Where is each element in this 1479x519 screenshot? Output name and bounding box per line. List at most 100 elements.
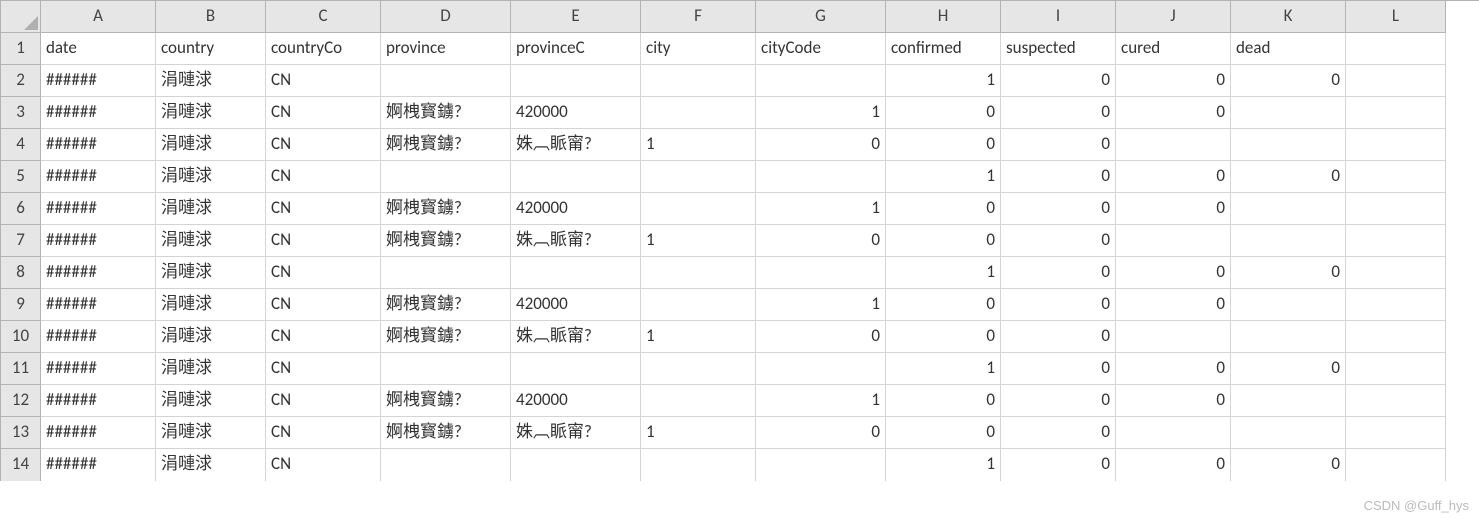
row-header-8[interactable]: 8 <box>1 257 41 289</box>
data-cell[interactable] <box>381 449 511 481</box>
data-cell[interactable]: CN <box>266 225 381 257</box>
data-cell[interactable]: CN <box>266 353 381 385</box>
data-cell[interactable] <box>1346 257 1446 289</box>
header-cell[interactable]: provinceC <box>511 33 641 65</box>
data-cell[interactable] <box>641 257 756 289</box>
data-cell[interactable] <box>756 257 886 289</box>
spreadsheet-grid[interactable]: ABCDEFGHIJKL1datecountrycountryCoprovinc… <box>0 0 1479 481</box>
data-cell[interactable]: 1 <box>641 417 756 449</box>
data-cell[interactable] <box>511 257 641 289</box>
data-cell[interactable]: 涓嗹浗 <box>156 225 266 257</box>
row-header-4[interactable]: 4 <box>1 129 41 161</box>
data-cell[interactable]: 0 <box>756 129 886 161</box>
data-cell[interactable] <box>1346 385 1446 417</box>
data-cell[interactable]: 0 <box>1001 257 1116 289</box>
data-cell[interactable]: 1 <box>886 353 1001 385</box>
data-cell[interactable]: 姝︹眽甯? <box>511 321 641 353</box>
data-cell[interactable] <box>1231 193 1346 225</box>
data-cell[interactable]: 420000 <box>511 97 641 129</box>
data-cell[interactable]: 1 <box>886 257 1001 289</box>
data-cell[interactable]: 婀栧寳鐪? <box>381 321 511 353</box>
data-cell[interactable]: ###### <box>41 161 156 193</box>
row-header-1[interactable]: 1 <box>1 33 41 65</box>
data-cell[interactable]: 0 <box>1001 225 1116 257</box>
data-cell[interactable]: CN <box>266 449 381 481</box>
data-cell[interactable]: 0 <box>886 225 1001 257</box>
data-cell[interactable]: 1 <box>641 225 756 257</box>
data-cell[interactable]: 0 <box>1001 449 1116 481</box>
data-cell[interactable]: 0 <box>1116 449 1231 481</box>
header-cell[interactable] <box>1346 33 1446 65</box>
data-cell[interactable]: ###### <box>41 449 156 481</box>
data-cell[interactable] <box>756 65 886 97</box>
header-cell[interactable]: country <box>156 33 266 65</box>
data-cell[interactable]: CN <box>266 193 381 225</box>
data-cell[interactable]: 0 <box>756 321 886 353</box>
data-cell[interactable] <box>1346 449 1446 481</box>
data-cell[interactable]: ###### <box>41 129 156 161</box>
header-cell[interactable]: cityCode <box>756 33 886 65</box>
row-header-12[interactable]: 12 <box>1 385 41 417</box>
data-cell[interactable]: ###### <box>41 417 156 449</box>
select-all-corner[interactable] <box>1 1 41 33</box>
data-cell[interactable] <box>641 161 756 193</box>
data-cell[interactable]: 0 <box>1001 417 1116 449</box>
data-cell[interactable]: 0 <box>1116 257 1231 289</box>
data-cell[interactable]: 涓嗹浗 <box>156 193 266 225</box>
col-header-B[interactable]: B <box>156 1 266 33</box>
data-cell[interactable] <box>1231 385 1346 417</box>
data-cell[interactable] <box>1346 193 1446 225</box>
data-cell[interactable]: 420000 <box>511 289 641 321</box>
data-cell[interactable] <box>1231 321 1346 353</box>
data-cell[interactable]: 0 <box>1231 449 1346 481</box>
col-header-G[interactable]: G <box>756 1 886 33</box>
data-cell[interactable]: CN <box>266 161 381 193</box>
data-cell[interactable] <box>1231 417 1346 449</box>
data-cell[interactable]: 0 <box>1116 193 1231 225</box>
data-cell[interactable]: 0 <box>1001 161 1116 193</box>
data-cell[interactable]: 涓嗹浗 <box>156 321 266 353</box>
data-cell[interactable] <box>1346 161 1446 193</box>
data-cell[interactable]: 0 <box>1001 353 1116 385</box>
data-cell[interactable]: 婀栧寳鐪? <box>381 129 511 161</box>
data-cell[interactable]: CN <box>266 97 381 129</box>
data-cell[interactable]: 0 <box>1116 353 1231 385</box>
row-header-7[interactable]: 7 <box>1 225 41 257</box>
data-cell[interactable]: 0 <box>1001 129 1116 161</box>
data-cell[interactable]: 0 <box>886 321 1001 353</box>
data-cell[interactable]: CN <box>266 321 381 353</box>
data-cell[interactable]: CN <box>266 385 381 417</box>
row-header-13[interactable]: 13 <box>1 417 41 449</box>
data-cell[interactable] <box>1231 97 1346 129</box>
data-cell[interactable] <box>511 65 641 97</box>
data-cell[interactable] <box>641 449 756 481</box>
data-cell[interactable]: 0 <box>886 129 1001 161</box>
data-cell[interactable]: 婀栧寳鐪? <box>381 225 511 257</box>
data-cell[interactable] <box>1116 417 1231 449</box>
data-cell[interactable]: CN <box>266 289 381 321</box>
data-cell[interactable]: 1 <box>756 193 886 225</box>
row-header-5[interactable]: 5 <box>1 161 41 193</box>
col-header-H[interactable]: H <box>886 1 1001 33</box>
col-header-D[interactable]: D <box>381 1 511 33</box>
header-cell[interactable]: countryCo <box>266 33 381 65</box>
data-cell[interactable]: 0 <box>1001 289 1116 321</box>
data-cell[interactable]: 涓嗹浗 <box>156 257 266 289</box>
data-cell[interactable]: ###### <box>41 193 156 225</box>
data-cell[interactable] <box>1346 97 1446 129</box>
header-cell[interactable]: dead <box>1231 33 1346 65</box>
data-cell[interactable]: 0 <box>1231 353 1346 385</box>
row-header-14[interactable]: 14 <box>1 449 41 481</box>
data-cell[interactable]: ###### <box>41 289 156 321</box>
data-cell[interactable] <box>1346 417 1446 449</box>
data-cell[interactable]: 0 <box>1001 193 1116 225</box>
data-cell[interactable]: 1 <box>756 385 886 417</box>
data-cell[interactable] <box>1346 65 1446 97</box>
data-cell[interactable]: 0 <box>756 417 886 449</box>
data-cell[interactable] <box>381 65 511 97</box>
col-header-J[interactable]: J <box>1116 1 1231 33</box>
col-header-K[interactable]: K <box>1231 1 1346 33</box>
data-cell[interactable]: 0 <box>886 289 1001 321</box>
data-cell[interactable]: 0 <box>1116 161 1231 193</box>
data-cell[interactable]: CN <box>266 129 381 161</box>
